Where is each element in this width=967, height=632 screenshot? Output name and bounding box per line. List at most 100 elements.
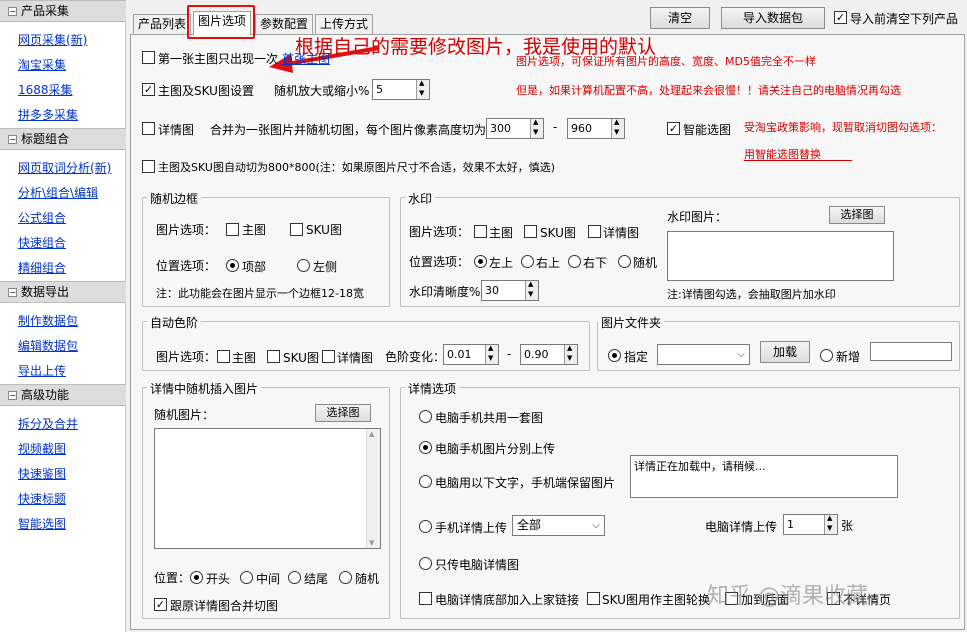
insert-choose-button[interactable]: 选择图 xyxy=(315,404,371,422)
sidebar-item-split-merge[interactable]: 拆分及合并 xyxy=(18,415,78,432)
first-main-checkbox[interactable] xyxy=(142,51,155,64)
wm-tr-radio[interactable] xyxy=(521,255,534,268)
folder-specify-radio[interactable] xyxy=(608,349,621,362)
wm-br-label: 右下 xyxy=(583,256,608,270)
sidebar-item-pdd-collect[interactable]: 拼多多采集 xyxy=(18,106,78,123)
height-max-spinner[interactable]: 960 xyxy=(567,118,625,139)
highlight-box xyxy=(187,5,255,39)
height-min-spinner[interactable]: 300 xyxy=(486,118,544,139)
detail-o1-radio[interactable] xyxy=(419,410,432,423)
folder-add-radio[interactable] xyxy=(820,349,833,362)
levels-max-spinner[interactable]: 0.90 xyxy=(520,344,578,365)
spinner-arrows-icon[interactable] xyxy=(525,280,538,300)
spinner-arrows-icon[interactable] xyxy=(611,118,624,138)
detail-checkbox[interactable] xyxy=(142,122,155,135)
import-clear-checkbox[interactable]: ✓ xyxy=(834,11,847,24)
scale-spinner[interactable]: 5 xyxy=(372,79,430,100)
pc-count-spinner[interactable]: 1 xyxy=(783,514,838,535)
detail-text-area[interactable]: 详情正在加载中，请稍候... xyxy=(630,455,898,498)
detail-o2-radio[interactable] xyxy=(419,441,432,454)
wm-image-box[interactable] xyxy=(667,231,894,281)
sidebar-item-smart-pick[interactable]: 智能选图 xyxy=(18,515,66,532)
tab-upload-method[interactable]: 上传方式 xyxy=(315,14,374,34)
spinner-arrows-icon[interactable] xyxy=(564,344,577,364)
levels-detail-checkbox[interactable] xyxy=(322,350,335,363)
levels-min-spinner[interactable]: 0.01 xyxy=(443,344,499,365)
sidebar-item-1688-collect[interactable]: 1688采集 xyxy=(18,81,73,98)
first-main-link[interactable]: 首张主图 xyxy=(282,50,330,67)
spinner-arrows-icon[interactable] xyxy=(824,514,837,534)
insert-start-radio[interactable] xyxy=(190,571,203,584)
spinner-arrows-icon[interactable] xyxy=(530,118,543,138)
folder-select[interactable]: ⌵ xyxy=(657,344,750,365)
sidebar-item-edit-pack[interactable]: 编辑数据包 xyxy=(18,337,78,354)
wm-tl-label: 左上 xyxy=(489,256,514,270)
collapse-icon[interactable]: − xyxy=(8,7,17,16)
sidebar-item-web-collect[interactable]: 网页采集(新) xyxy=(18,31,87,48)
tab-params[interactable]: 参数配置 xyxy=(255,14,314,34)
insert-middle-radio[interactable] xyxy=(240,571,253,584)
scroll-up-icon[interactable]: ▲ xyxy=(369,430,374,438)
scroll-down-icon[interactable]: ▼ xyxy=(369,539,374,547)
sidebar-section-collect[interactable]: − 产品采集 xyxy=(0,0,126,22)
collapse-icon[interactable]: − xyxy=(8,288,17,297)
sidebar-item-web-keyword[interactable]: 网页取词分析(新) xyxy=(18,159,111,176)
tab-product-list[interactable]: 产品列表 xyxy=(133,14,192,34)
wm-choose-button[interactable]: 选择图 xyxy=(829,206,885,224)
collapse-icon[interactable]: − xyxy=(8,135,17,144)
sidebar-section-export[interactable]: − 数据导出 xyxy=(0,281,126,303)
sidebar-section-title[interactable]: − 标题组合 xyxy=(0,128,126,150)
detail-c1-checkbox[interactable] xyxy=(419,592,432,605)
border-main-checkbox[interactable] xyxy=(226,223,239,236)
scrollbar[interactable]: ▲ ▼ xyxy=(366,429,380,548)
sidebar-item-analyze[interactable]: 分析\组合\编辑 xyxy=(18,184,98,201)
detail-o4-radio[interactable] xyxy=(419,520,432,533)
sidebar-item-fine-combine[interactable]: 精细组合 xyxy=(18,259,66,276)
chevron-down-icon[interactable]: ⌵ xyxy=(737,345,745,364)
levels-sku-checkbox[interactable] xyxy=(267,350,280,363)
border-left-radio[interactable] xyxy=(297,259,310,272)
insert-rand-radio[interactable] xyxy=(339,571,352,584)
folder-load-button[interactable]: 加载 xyxy=(760,341,810,363)
sidebar-item-quick-title[interactable]: 快速标题 xyxy=(18,490,66,507)
spinner-arrows-icon[interactable] xyxy=(416,79,429,99)
wm-tl-radio[interactable] xyxy=(474,255,487,268)
main-sku-checkbox[interactable]: ✓ xyxy=(142,83,155,96)
detail-c2-checkbox[interactable] xyxy=(587,592,600,605)
wm-main-checkbox[interactable] xyxy=(474,225,487,238)
border-top-radio[interactable] xyxy=(226,259,239,272)
sidebar-item-taobao-collect[interactable]: 淘宝采集 xyxy=(18,56,66,73)
detail-options-title: 详情选项 xyxy=(405,380,460,397)
folder-add-input[interactable] xyxy=(870,342,952,361)
clear-button[interactable]: 清空 xyxy=(650,7,710,29)
sidebar-item-video-capture[interactable]: 视频截图 xyxy=(18,440,66,457)
wm-clarity-spinner[interactable]: 30 xyxy=(481,280,539,301)
wm-detail-checkbox[interactable] xyxy=(588,225,601,238)
wm-pic-label: 图片选项： xyxy=(409,225,470,239)
smart-pick-checkbox[interactable]: ✓ xyxy=(667,122,680,135)
wm-br-radio[interactable] xyxy=(568,255,581,268)
insert-end-radio[interactable] xyxy=(288,571,301,584)
wm-sku-checkbox[interactable] xyxy=(524,225,537,238)
levels-main-checkbox[interactable] xyxy=(217,350,230,363)
auto-cut-checkbox[interactable] xyxy=(142,160,155,173)
sidebar-section-advanced[interactable]: − 高级功能 xyxy=(0,384,126,406)
insert-merge-checkbox[interactable]: ✓ xyxy=(154,598,167,611)
collapse-icon[interactable]: − xyxy=(8,391,17,400)
sidebar-item-make-pack[interactable]: 制作数据包 xyxy=(18,312,78,329)
spinner-arrows-icon[interactable] xyxy=(485,344,498,364)
border-sku-checkbox[interactable] xyxy=(290,223,303,236)
pc-upload-label: 电脑详情上传 xyxy=(705,520,778,534)
sidebar-item-formula[interactable]: 公式组合 xyxy=(18,209,66,226)
mobile-upload-select[interactable]: 全部 ⌵ xyxy=(512,515,605,536)
detail-o3-radio[interactable] xyxy=(419,475,432,488)
sidebar-item-export-upload[interactable]: 导出上传 xyxy=(18,362,66,379)
detail-o5-radio[interactable] xyxy=(419,557,432,570)
import-pack-button[interactable]: 导入数据包 xyxy=(721,7,825,29)
sidebar-item-quick-identify[interactable]: 快速鉴图 xyxy=(18,465,66,482)
chevron-down-icon[interactable]: ⌵ xyxy=(592,516,600,535)
sidebar-item-quick-combine[interactable]: 快速组合 xyxy=(18,234,66,251)
wm-rand-radio[interactable] xyxy=(618,255,631,268)
insert-image-box[interactable]: ▲ ▼ xyxy=(154,428,381,549)
detail-c1-label: 电脑详情底部加入上家链接 xyxy=(435,593,580,607)
